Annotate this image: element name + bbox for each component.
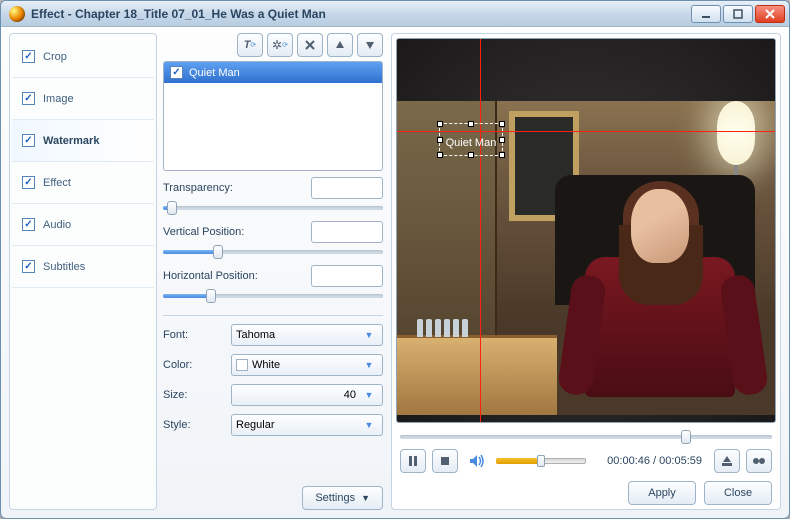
- font-row: Font: Tahoma ▼: [163, 324, 383, 346]
- font-combo[interactable]: Tahoma ▼: [231, 324, 383, 346]
- settings-button-label: Settings: [315, 492, 355, 504]
- sidebar-item-image[interactable]: ✓ Image: [12, 78, 154, 120]
- checkbox-icon[interactable]: ✓: [22, 260, 35, 273]
- app-icon: [9, 6, 25, 22]
- time-current: 00:00:46: [607, 455, 650, 467]
- titlebar[interactable]: Effect - Chapter 18_Title 07_01_He Was a…: [1, 1, 789, 27]
- size-combo[interactable]: 40 ▼: [231, 384, 383, 406]
- stop-button[interactable]: [432, 449, 458, 473]
- sidebar-item-effect[interactable]: ✓ Effect: [12, 162, 154, 204]
- sidebar-item-label: Audio: [43, 219, 71, 231]
- watermark-toolbar: T⟳ ✲⟳: [163, 33, 383, 57]
- video-preview[interactable]: Quiet Man: [396, 38, 776, 423]
- transparency-control: Transparency: ▲▼: [163, 177, 383, 215]
- category-sidebar: ✓ Crop ✓ Image ✓ Watermark ✓ Effect ✓ Audio ✓ Subti…: [9, 33, 157, 510]
- style-row: Style: Regular ▼: [163, 414, 383, 436]
- transparency-slider[interactable]: [163, 201, 383, 215]
- guide-vertical: [480, 39, 481, 422]
- sidebar-item-subtitles[interactable]: ✓ Subtitles: [12, 246, 154, 288]
- size-value: 40: [236, 389, 360, 401]
- color-combo[interactable]: White ▼: [231, 354, 383, 376]
- pause-button[interactable]: [400, 449, 426, 473]
- sidebar-item-audio[interactable]: ✓ Audio: [12, 204, 154, 246]
- checkbox-icon[interactable]: ✓: [22, 218, 35, 231]
- vertical-spinner[interactable]: ▲▼: [311, 221, 383, 243]
- font-label: Font:: [163, 329, 223, 341]
- font-value: Tahoma: [236, 329, 275, 341]
- effect-window: Effect - Chapter 18_Title 07_01_He Was a…: [0, 0, 790, 519]
- transparency-label: Transparency:: [163, 182, 233, 194]
- volume-icon[interactable]: [464, 449, 490, 473]
- sidebar-item-watermark[interactable]: ✓ Watermark: [12, 120, 154, 162]
- chevron-down-icon: ▼: [360, 330, 378, 340]
- snapshot-button[interactable]: [714, 449, 740, 473]
- watermark-overlay[interactable]: Quiet Man: [439, 123, 504, 156]
- transparency-spinner[interactable]: ▲▼: [311, 177, 383, 199]
- checkbox-icon[interactable]: ✓: [22, 176, 35, 189]
- player-controls: 00:00:46 / 00:05:59: [396, 445, 776, 477]
- close-button[interactable]: [755, 5, 785, 23]
- checkbox-icon[interactable]: ✓: [22, 50, 35, 63]
- move-up-button[interactable]: [327, 33, 353, 57]
- minimize-button[interactable]: [691, 5, 721, 23]
- size-label: Size:: [163, 389, 223, 401]
- chevron-down-icon: ▼: [360, 420, 378, 430]
- horizontal-position-label: Horizontal Position:: [163, 270, 258, 282]
- scrub-slider[interactable]: [400, 430, 772, 444]
- sidebar-item-label: Image: [43, 93, 74, 105]
- time-display: 00:00:46 / 00:05:59: [607, 455, 702, 467]
- sidebar-item-crop[interactable]: ✓ Crop: [12, 36, 154, 78]
- watermark-panel: T⟳ ✲⟳ ✓ Quiet Man Transparency: ▲▼: [157, 33, 389, 510]
- sidebar-item-label: Effect: [43, 177, 71, 189]
- checkbox-icon[interactable]: ✓: [170, 66, 183, 79]
- chevron-down-icon: ▼: [360, 360, 378, 370]
- window-title: Effect - Chapter 18_Title 07_01_He Was a…: [31, 7, 691, 21]
- vertical-position-label: Vertical Position:: [163, 226, 244, 238]
- dialog-footer: Apply Close: [396, 477, 776, 505]
- horizontal-slider[interactable]: [163, 289, 383, 303]
- apply-button[interactable]: Apply: [628, 481, 696, 505]
- horizontal-position-control: Horizontal Position: ▲▼: [163, 265, 383, 303]
- watermark-list[interactable]: ✓ Quiet Man: [163, 61, 383, 171]
- color-swatch-icon: [236, 359, 248, 371]
- vertical-position-control: Vertical Position: ▲▼: [163, 221, 383, 259]
- chevron-down-icon: ▼: [361, 493, 370, 503]
- color-value: White: [252, 359, 280, 371]
- style-combo[interactable]: Regular ▼: [231, 414, 383, 436]
- sidebar-item-label: Watermark: [43, 135, 99, 147]
- maximize-button[interactable]: [723, 5, 753, 23]
- horizontal-spinner[interactable]: ▲▼: [311, 265, 383, 287]
- compare-button[interactable]: [746, 449, 772, 473]
- watermark-overlay-text: Quiet Man: [446, 137, 497, 149]
- settings-button[interactable]: Settings ▼: [302, 486, 383, 510]
- close-dialog-button[interactable]: Close: [704, 481, 772, 505]
- style-label: Style:: [163, 419, 223, 431]
- checkbox-icon[interactable]: ✓: [22, 92, 35, 105]
- checkbox-icon[interactable]: ✓: [22, 134, 35, 147]
- list-item[interactable]: ✓ Quiet Man: [164, 62, 382, 83]
- sidebar-item-label: Crop: [43, 51, 67, 63]
- size-row: Size: 40 ▼: [163, 384, 383, 406]
- color-label: Color:: [163, 359, 223, 371]
- move-down-button[interactable]: [357, 33, 383, 57]
- sidebar-item-label: Subtitles: [43, 261, 85, 273]
- delete-watermark-button[interactable]: [297, 33, 323, 57]
- volume-slider[interactable]: [496, 457, 586, 465]
- chevron-down-icon: ▼: [360, 390, 378, 400]
- add-text-watermark-button[interactable]: T⟳: [237, 33, 263, 57]
- list-item-label: Quiet Man: [189, 67, 240, 79]
- vertical-slider[interactable]: [163, 245, 383, 259]
- add-image-watermark-button[interactable]: ✲⟳: [267, 33, 293, 57]
- style-value: Regular: [236, 419, 275, 431]
- time-total: 00:05:59: [659, 455, 702, 467]
- color-row: Color: White ▼: [163, 354, 383, 376]
- preview-pane: Quiet Man 00:: [391, 33, 781, 510]
